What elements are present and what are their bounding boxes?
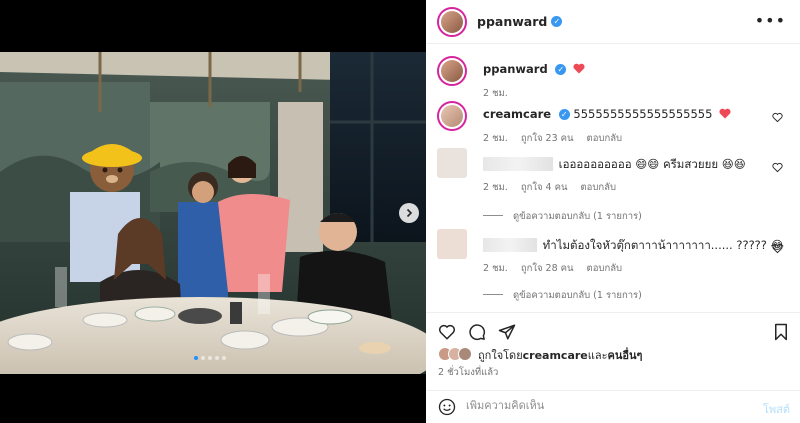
caption-row: ppanward ✓ 2 ชม.	[437, 56, 789, 99]
comments-list[interactable]: ppanward ✓ 2 ชม. creamcare ✓ 55555555555…	[426, 44, 800, 312]
replies-divider	[483, 294, 503, 295]
post-header: ppanward ✓ •••	[426, 0, 800, 44]
comment-text: ทำไมต้องใจหัวตุ๊กตาาาน้าาาาาาา...... ???…	[542, 238, 784, 252]
likes-user[interactable]: creamcare	[523, 349, 588, 362]
like-comment-heart-icon[interactable]	[772, 112, 783, 123]
next-photo-button[interactable]	[399, 203, 419, 223]
view-replies-button[interactable]: ดูข้อความตอบกลับ (1 รายการ)	[483, 209, 642, 224]
commenter-avatar-blurred[interactable]	[437, 148, 467, 178]
post-comment-button[interactable]: โพสต์	[763, 400, 790, 418]
caption-avatar[interactable]	[437, 56, 467, 86]
action-bar	[426, 312, 800, 342]
caption-time: 2 ชม.	[483, 88, 508, 99]
post-side-panel: ppanward ✓ ••• ppanward ✓ 2 ชม. creamcar…	[426, 0, 800, 423]
comment-text: เออออออออออ 😄😄 ครีมสวยยย 😆😆	[558, 157, 746, 171]
comment-time: 2 ชม.	[483, 263, 508, 274]
more-icon[interactable]: •••	[755, 11, 786, 30]
comment-item: creamcare ✓ 5555555555555555555 2 ชม. ถู…	[437, 101, 789, 145]
red-heart-icon	[573, 63, 585, 74]
post-photo[interactable]	[0, 52, 426, 374]
view-replies-label: ดูข้อความตอบกลับ (1 รายการ)	[513, 290, 642, 301]
like-comment-heart-icon[interactable]	[772, 243, 783, 254]
carousel-dot	[222, 356, 226, 360]
commenter-username-redacted	[483, 157, 553, 171]
likes-prefix: ถูกใจโดย	[478, 349, 523, 362]
comment-item: ทำไมต้องใจหัวตุ๊กตาาาน้าาาาาาา...... ???…	[437, 229, 789, 309]
likes-others[interactable]: คนอื่นๆ	[608, 346, 643, 364]
save-icon[interactable]	[772, 323, 790, 341]
commenter-username[interactable]: creamcare	[483, 107, 551, 121]
like-comment-heart-icon[interactable]	[772, 162, 783, 173]
carousel-dot	[194, 356, 198, 360]
reply-button[interactable]: ตอบกลับ	[587, 133, 623, 144]
share-icon[interactable]	[498, 323, 516, 341]
author-avatar[interactable]	[437, 6, 467, 37]
commenter-avatar[interactable]	[437, 101, 467, 131]
comment-time: 2 ชม.	[483, 182, 508, 193]
likes-summary: ถูกใจโดย creamcare และ คนอื่นๆ	[438, 346, 642, 364]
author-username[interactable]: ppanward	[477, 14, 547, 29]
add-comment-bar: โพสต์	[426, 390, 800, 423]
carousel-dots	[194, 356, 226, 360]
view-replies-label: ดูข้อความตอบกลับ (1 รายการ)	[513, 211, 642, 222]
emoji-icon[interactable]	[438, 398, 456, 416]
liker-avatars[interactable]	[438, 347, 472, 363]
commenter-avatar-blurred[interactable]	[437, 229, 467, 259]
photo-pane	[0, 0, 426, 423]
verified-icon: ✓	[551, 16, 563, 27]
comment-time: 2 ชม.	[483, 133, 508, 144]
verified-icon: ✓	[555, 64, 567, 75]
post-time-ago: 2 ชั่วโมงที่แล้ว	[438, 367, 499, 378]
photo-illustration	[0, 52, 426, 374]
comment-text: 5555555555555555555	[573, 107, 713, 121]
heart-icon[interactable]	[438, 323, 456, 341]
caption-username[interactable]: ppanward	[483, 62, 548, 76]
verified-icon: ✓	[558, 109, 570, 120]
comment-likes[interactable]: ถูกใจ 23 คน	[521, 133, 574, 144]
reply-button[interactable]: ตอบกลับ	[587, 263, 623, 274]
next-arrow-icon	[406, 208, 413, 218]
commenter-username-redacted	[483, 238, 537, 252]
comment-likes[interactable]: ถูกใจ 28 คน	[521, 263, 574, 274]
comment-icon[interactable]	[468, 323, 486, 341]
comment-item: เออออออออออ 😄😄 ครีมสวยยย 😆😆 2 ชม. ถูกใจ …	[437, 148, 789, 228]
reply-button[interactable]: ตอบกลับ	[581, 182, 617, 193]
view-replies-button[interactable]: ดูข้อความตอบกลับ (1 รายการ)	[483, 288, 642, 303]
carousel-dot	[208, 356, 212, 360]
replies-divider	[483, 215, 503, 216]
carousel-dot	[215, 356, 219, 360]
comment-likes[interactable]: ถูกใจ 4 คน	[521, 182, 568, 193]
comment-input[interactable]	[466, 399, 746, 412]
red-heart-icon	[719, 108, 731, 119]
likes-middle: และ	[587, 349, 608, 362]
carousel-dot	[201, 356, 205, 360]
